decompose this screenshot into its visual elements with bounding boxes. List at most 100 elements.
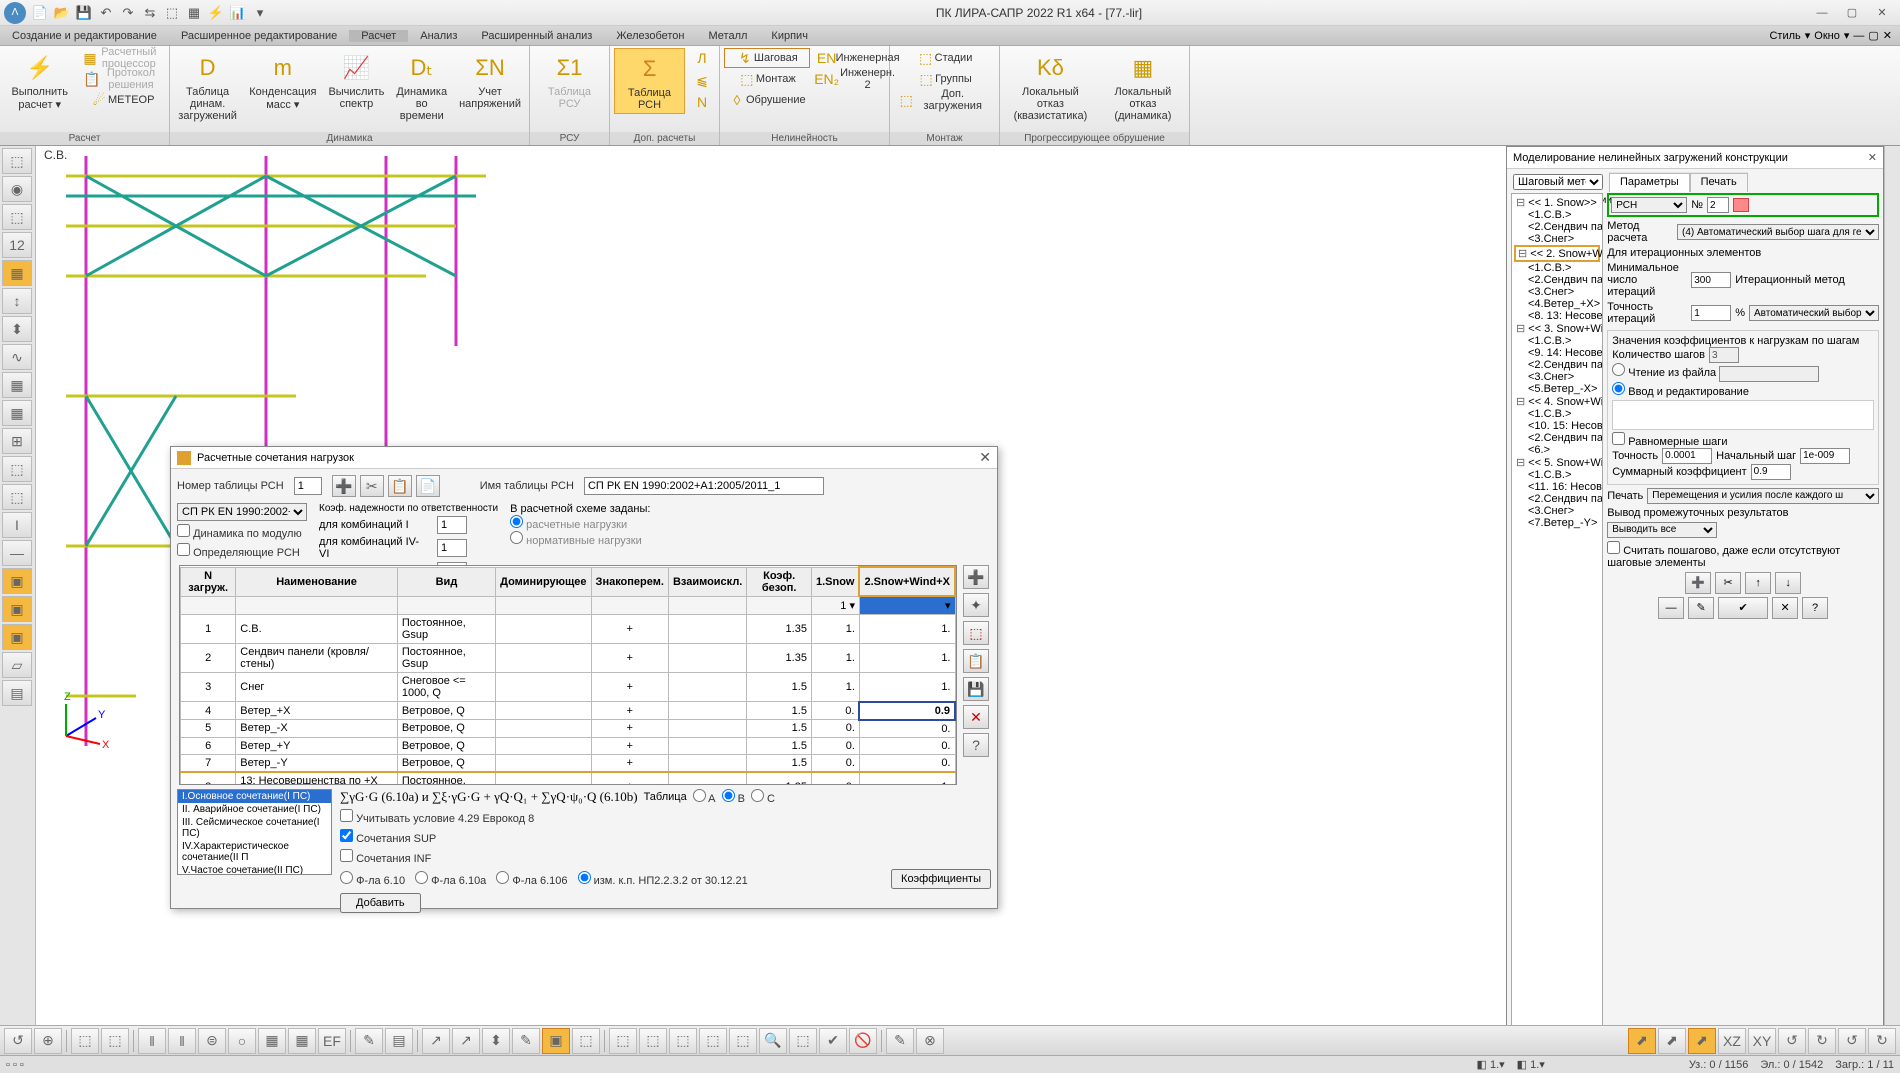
chk-uniform[interactable]: [1612, 432, 1625, 445]
init-step[interactable]: [1800, 448, 1850, 464]
tool-15[interactable]: —: [2, 540, 32, 566]
calc-method[interactable]: (4) Автоматический выбор шага для ге: [1677, 224, 1879, 240]
add-button[interactable]: Добавить: [340, 893, 421, 913]
bb-28[interactable]: ✎: [886, 1028, 914, 1054]
chk-429[interactable]: [340, 809, 353, 822]
mass-cond-button[interactable]: mКонденсация масс ▾: [245, 48, 320, 113]
bb-9[interactable]: ▦: [258, 1028, 286, 1054]
bb-r1[interactable]: ↺: [1778, 1028, 1806, 1054]
bb-24[interactable]: ⬚: [729, 1028, 757, 1054]
tool-5[interactable]: ▦: [2, 260, 32, 286]
r-6106[interactable]: [496, 871, 509, 884]
btn-ok[interactable]: ✔: [1718, 597, 1768, 619]
tool-1[interactable]: ⬚: [2, 148, 32, 174]
tool-20[interactable]: ▤: [2, 680, 32, 706]
tool-7[interactable]: ⬍: [2, 316, 32, 342]
collapse-button[interactable]: ◊Обрушение: [724, 90, 810, 110]
calc-spectrum-button[interactable]: 📈Вычислить спектр: [324, 48, 388, 112]
assembly-button[interactable]: ⬚Монтаж: [724, 69, 810, 89]
bb-xy[interactable]: XY: [1748, 1028, 1776, 1054]
accuracy[interactable]: [1662, 448, 1712, 464]
bb-axis-1[interactable]: ⬈: [1628, 1028, 1656, 1054]
r-c[interactable]: [751, 789, 764, 802]
side-save[interactable]: 💾: [963, 677, 989, 701]
qat-more[interactable]: ▾: [250, 3, 270, 23]
tool-16[interactable]: ▣: [2, 568, 32, 594]
menu-restore[interactable]: ▢: [1868, 29, 1878, 42]
tool-6[interactable]: ↕: [2, 288, 32, 314]
btn-help[interactable]: ?: [1802, 597, 1828, 619]
bb-2[interactable]: ⊕: [34, 1028, 62, 1054]
tab-print[interactable]: Печать: [1690, 173, 1748, 192]
bb-19[interactable]: ⬚: [572, 1028, 600, 1054]
bb-17[interactable]: ✎: [512, 1028, 540, 1054]
close-button[interactable]: ✕: [1868, 3, 1896, 23]
out-sel[interactable]: Выводить все: [1607, 522, 1717, 538]
bb-25[interactable]: ⬚: [789, 1028, 817, 1054]
cut-button[interactable]: ✂: [360, 475, 384, 497]
n-button[interactable]: N: [689, 92, 715, 112]
stages-button[interactable]: ⬚Стадии: [894, 48, 995, 68]
sum-coef[interactable]: [1751, 464, 1791, 480]
bb-axis-2[interactable]: ⬈: [1658, 1028, 1686, 1054]
r-610[interactable]: [340, 871, 353, 884]
r-610a[interactable]: [415, 871, 428, 884]
qat-exchange[interactable]: ⇆: [140, 3, 160, 23]
tool-13[interactable]: ⬚: [2, 484, 32, 510]
dyn-time-button[interactable]: DₜДинамика во времени: [392, 48, 451, 124]
qat-grid[interactable]: ▦: [184, 3, 204, 23]
bb-29[interactable]: ⊗: [916, 1028, 944, 1054]
side-copy[interactable]: 📋: [963, 649, 989, 673]
side-add[interactable]: ➕: [963, 565, 989, 589]
tool-12[interactable]: ⬚: [2, 456, 32, 482]
bb-14[interactable]: ↗: [422, 1028, 450, 1054]
bb-zoom[interactable]: 🔍: [759, 1028, 787, 1054]
tool-11[interactable]: ⊞: [2, 428, 32, 454]
groups-button[interactable]: ⬚Группы: [894, 69, 995, 89]
rsn-num[interactable]: [1707, 197, 1729, 213]
tool-19[interactable]: ▱: [2, 652, 32, 678]
bb-7[interactable]: ⊜: [198, 1028, 226, 1054]
r-a[interactable]: [693, 789, 706, 802]
frag-button[interactable]: ⫹: [689, 70, 715, 90]
rsn-number-input[interactable]: [294, 477, 322, 495]
qat-save[interactable]: 💾: [74, 3, 94, 23]
bb-21[interactable]: ⬚: [639, 1028, 667, 1054]
local-fail-q-button[interactable]: KδЛокальный отказ (квазистатика): [1004, 48, 1097, 124]
btn-cut[interactable]: ✂: [1715, 572, 1741, 594]
step-button[interactable]: ↯Шаговая: [724, 48, 810, 68]
history-tree[interactable]: << 1. Snow>><1.С.В.><2.Сендвич панел<3.С…: [1511, 193, 1603, 1040]
bb-20[interactable]: ⬚: [609, 1028, 637, 1054]
qat-views[interactable]: ⬚: [162, 3, 182, 23]
iter-method[interactable]: Автоматический выбор: [1749, 305, 1879, 321]
rpanel-close[interactable]: ✕: [1868, 151, 1877, 164]
tool-14[interactable]: I: [2, 512, 32, 538]
dialog-close[interactable]: ✕: [979, 449, 991, 466]
bb-5[interactable]: ‖: [138, 1028, 166, 1054]
bb-27[interactable]: 🚫: [849, 1028, 877, 1054]
print-sel[interactable]: Перемещения и усилия после каждого ш: [1647, 488, 1879, 504]
menu-metal[interactable]: Металл: [697, 30, 760, 42]
bb-xz[interactable]: XZ: [1718, 1028, 1746, 1054]
bb-r2[interactable]: ↻: [1808, 1028, 1836, 1054]
menu-brick[interactable]: Кирпич: [759, 30, 820, 42]
right-scrollbar[interactable]: [1884, 146, 1900, 1045]
bb-15[interactable]: ↗: [452, 1028, 480, 1054]
combo-list[interactable]: I.Основное сочетание(I ПС)II. Аварийное …: [177, 789, 332, 875]
bb-12[interactable]: ✎: [355, 1028, 383, 1054]
chk-stepwise[interactable]: [1607, 541, 1620, 554]
coef-1[interactable]: [437, 516, 467, 534]
bb-r3[interactable]: ↺: [1838, 1028, 1866, 1054]
qat-undo[interactable]: ↶: [96, 3, 116, 23]
menu-create[interactable]: Создание и редактирование: [0, 30, 169, 42]
minimize-button[interactable]: —: [1808, 3, 1836, 23]
tab-params[interactable]: Параметры: [1609, 173, 1690, 192]
dyn-table-button[interactable]: DТаблица динам. загружений: [174, 48, 241, 124]
radio-calc-loads[interactable]: [510, 515, 523, 528]
qat-open[interactable]: 📂: [52, 3, 72, 23]
color-swatch[interactable]: [1733, 198, 1749, 212]
add-table-button[interactable]: ➕: [332, 475, 356, 497]
bb-10[interactable]: ▦: [288, 1028, 316, 1054]
btn-cancel[interactable]: ✕: [1772, 597, 1798, 619]
menu-analysis[interactable]: Анализ: [408, 30, 469, 42]
